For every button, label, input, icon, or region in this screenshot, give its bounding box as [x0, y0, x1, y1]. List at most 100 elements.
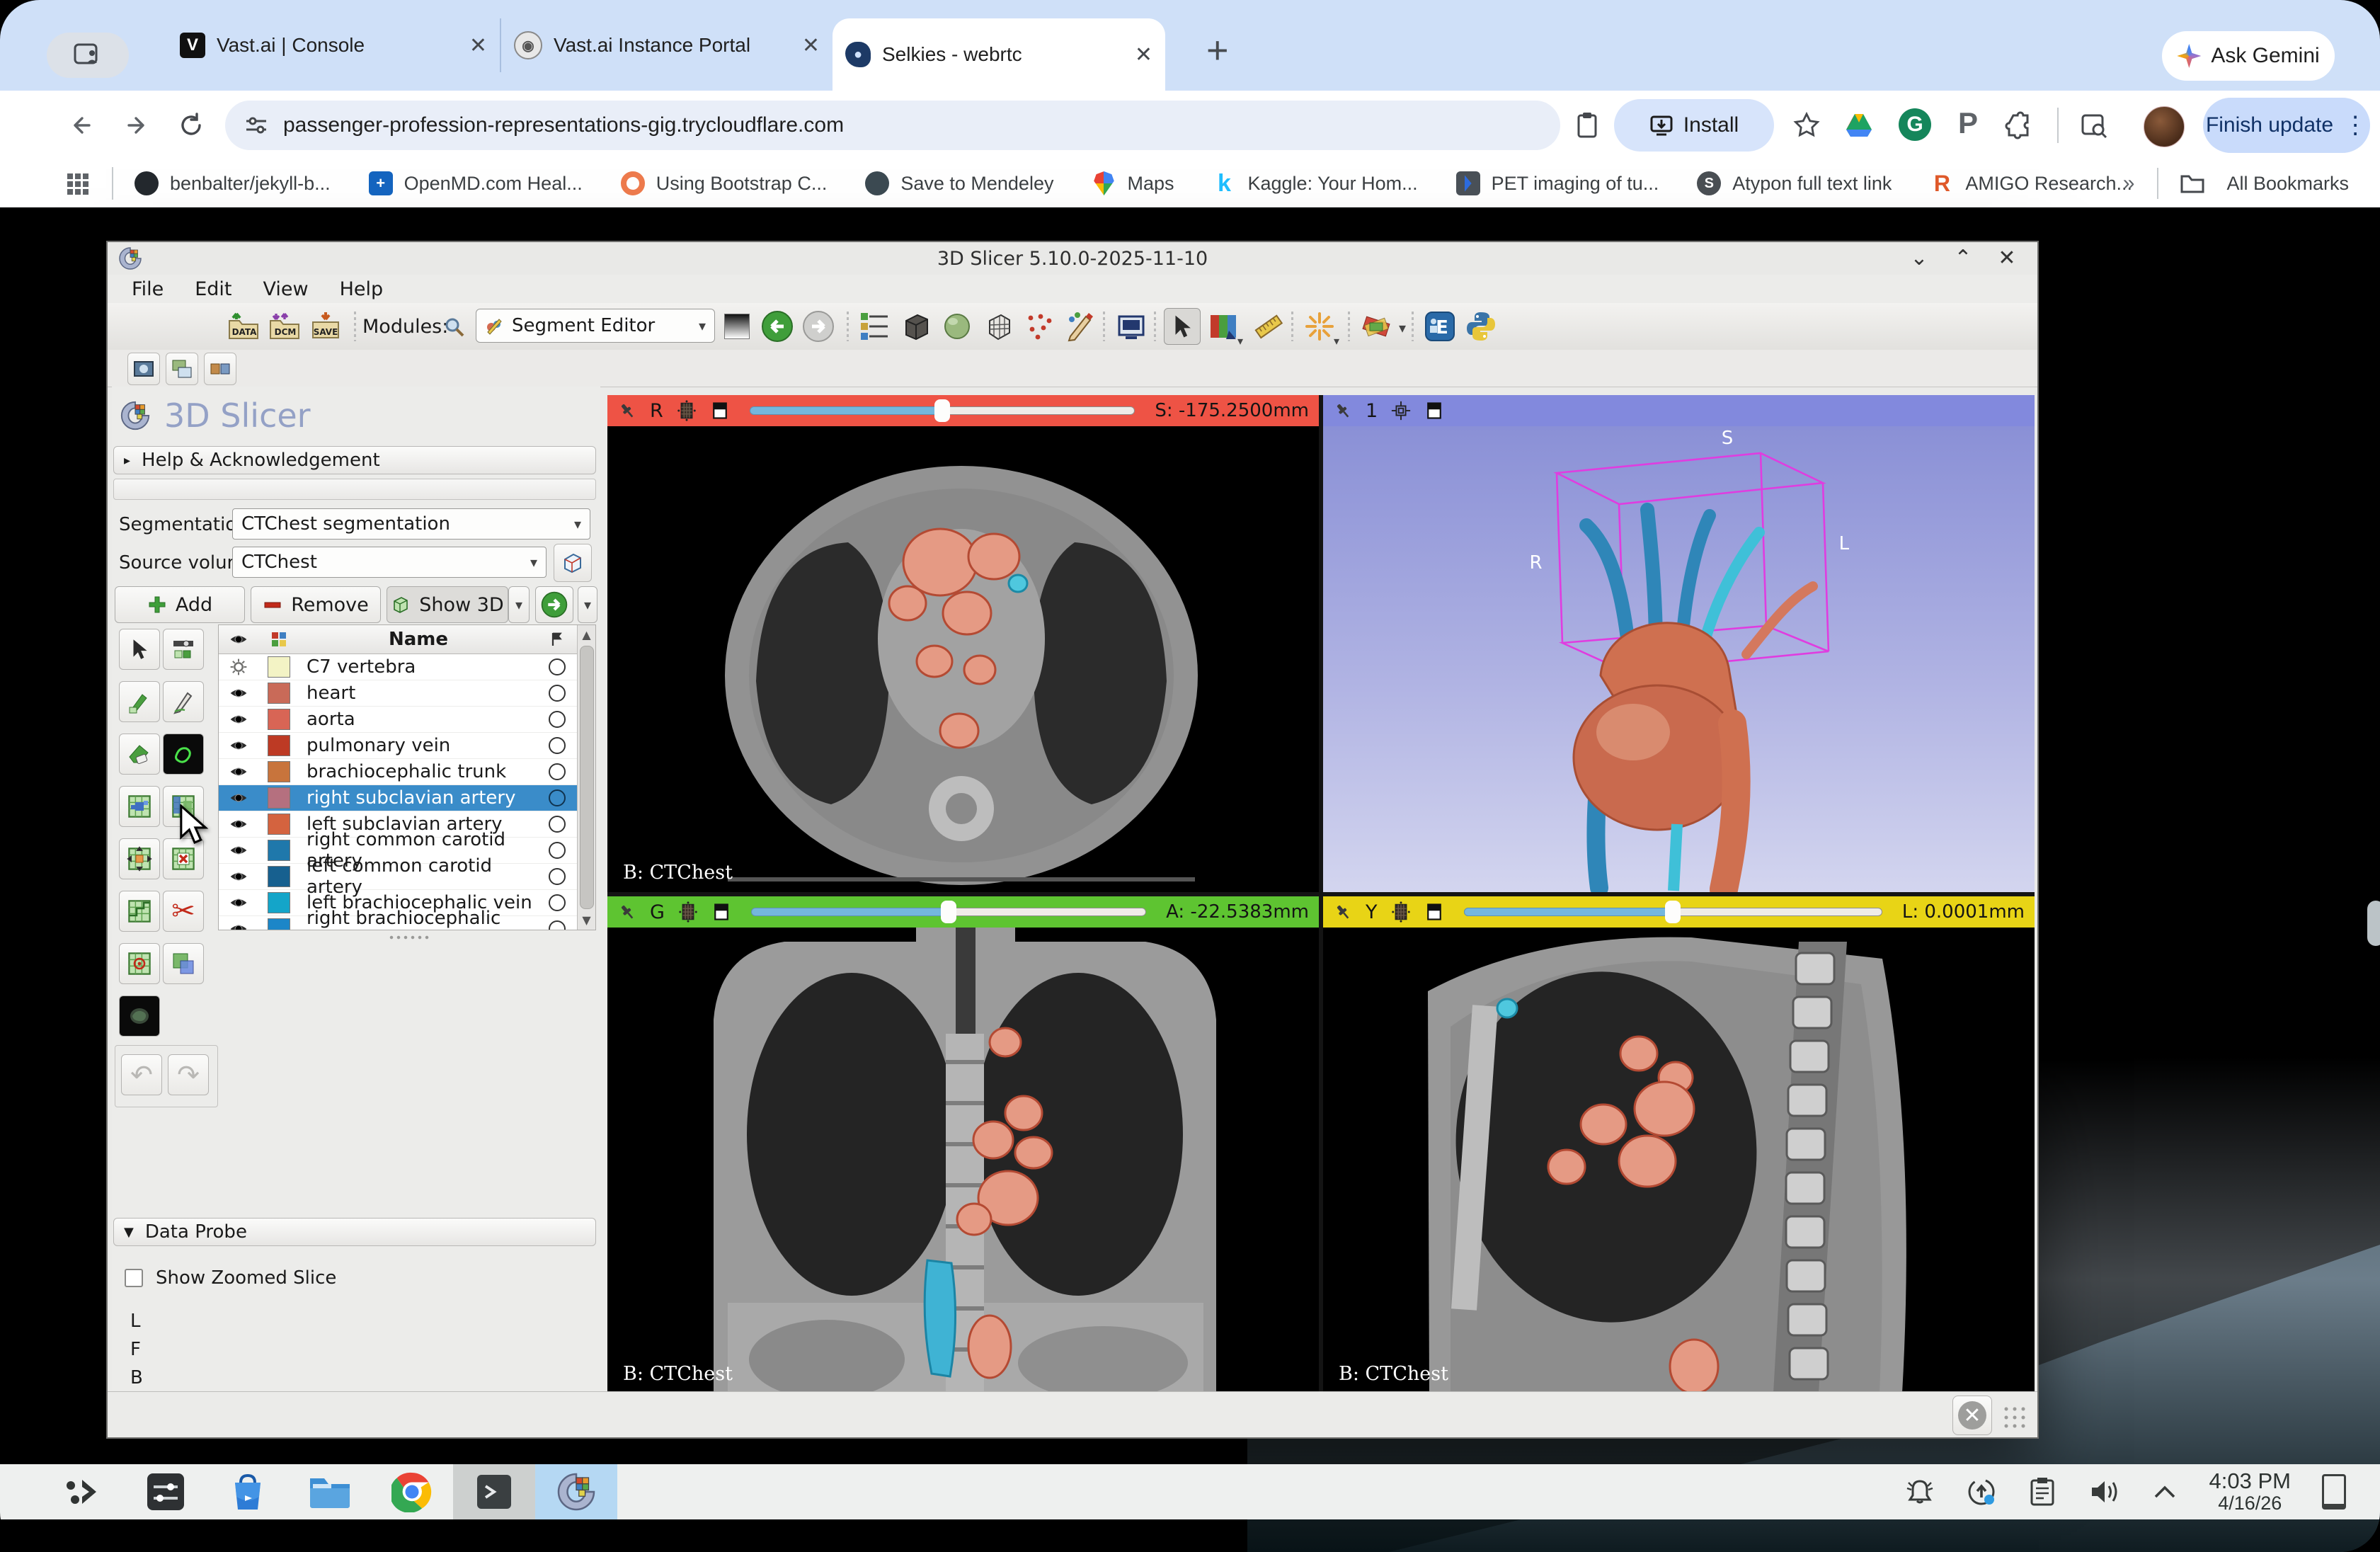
menu-help[interactable]: Help	[340, 278, 384, 300]
effect-draw-button[interactable]	[163, 681, 204, 722]
back-button[interactable]	[68, 111, 96, 139]
bookmark-item[interactable]: benbalter/jekyll-b...	[135, 171, 331, 195]
viewport-menu-icon[interactable]	[710, 401, 730, 421]
data-probe-header[interactable]: ▼ Data Probe	[113, 1218, 596, 1246]
segment-status-circle[interactable]	[549, 816, 566, 833]
help-section-header[interactable]: ▸ Help & Acknowledgement	[113, 446, 596, 474]
segment-status-circle[interactable]	[549, 711, 566, 728]
scroll-thumb[interactable]	[579, 646, 594, 909]
remote-session-side-handle[interactable]	[2367, 901, 2380, 946]
taskbar-files-app[interactable]	[289, 1464, 371, 1519]
pin-icon[interactable]	[617, 401, 637, 421]
error-log-button[interactable]: ✕	[1952, 1396, 1992, 1435]
app-launcher-button[interactable]	[42, 1464, 125, 1519]
forward-button[interactable]	[122, 111, 150, 139]
segment-color-swatch[interactable]	[268, 892, 290, 913]
slicer-titlebar[interactable]: 3D Slicer 5.10.0-2025-11-10 ⌄ ⌃ ✕	[108, 242, 2037, 275]
segment-visibility-toggle[interactable]	[219, 789, 258, 807]
effect-threshold-button[interactable]	[163, 629, 204, 670]
redo-button[interactable]: ↷	[168, 1054, 209, 1095]
measurements-button[interactable]	[1250, 308, 1287, 345]
sagittal-slice-view[interactable]: B: CTChest	[1323, 928, 2035, 1393]
slice-visibility-icon[interactable]	[676, 400, 697, 421]
segment-visibility-toggle[interactable]	[219, 684, 258, 702]
bookmarks-overflow-button[interactable]: »	[2123, 171, 2136, 195]
segment-color-swatch[interactable]	[268, 761, 290, 782]
segment-visibility-toggle[interactable]	[219, 736, 258, 755]
bookmark-item[interactable]: + OpenMD.com Heal...	[368, 171, 583, 195]
segment-status-circle[interactable]	[549, 658, 566, 675]
save-button[interactable]: SAVE	[307, 308, 344, 345]
yellow-slider-handle[interactable]	[1665, 901, 1681, 923]
show-zoomed-slice-checkbox[interactable]	[125, 1269, 143, 1287]
segment-visibility-toggle[interactable]	[219, 867, 258, 886]
segment-visibility-toggle[interactable]	[219, 658, 258, 676]
undo-button[interactable]: ↶	[121, 1054, 162, 1095]
segment-status-circle[interactable]	[549, 920, 566, 930]
crosshair-button[interactable]: ▾	[1301, 308, 1339, 348]
effect-margin-button[interactable]	[119, 838, 160, 879]
reading-mode-icon[interactable]	[2080, 111, 2108, 139]
effect-paint-button[interactable]	[119, 681, 160, 722]
segment-row[interactable]: C7 vertebra	[219, 654, 577, 680]
taskbar-settings-app[interactable]	[125, 1464, 207, 1519]
compare-views-button[interactable]	[204, 353, 236, 385]
menu-file[interactable]: File	[132, 278, 164, 300]
screen-capture-button[interactable]	[1113, 308, 1150, 345]
pin-icon[interactable]	[617, 902, 637, 922]
segment-row[interactable]: right brachiocephalic vein	[219, 908, 577, 930]
scroll-down-arrow[interactable]: ▼	[582, 913, 590, 927]
module-back-button[interactable]	[759, 308, 796, 345]
segment-color-swatch[interactable]	[268, 814, 290, 835]
finish-update-button[interactable]: Finish update ⋮	[2203, 98, 2370, 153]
slice-visibility-icon[interactable]	[1390, 901, 1412, 923]
name-column-header[interactable]: Name	[299, 629, 537, 650]
tab-close-icon[interactable]: ✕	[459, 33, 487, 58]
segment-row[interactable]: right subclavian artery	[219, 785, 577, 811]
specify-geometry-button[interactable]	[554, 544, 592, 582]
ask-gemini-button[interactable]: Ask Gemini	[2162, 31, 2335, 81]
segment-color-swatch[interactable]	[268, 709, 290, 730]
browser-tab[interactable]: ● Selkies - webrtc ✕	[833, 18, 1165, 91]
red-slice-slider[interactable]	[749, 399, 1135, 422]
effect-logical-operators-button[interactable]	[163, 943, 204, 984]
green-slice-slider[interactable]	[750, 901, 1147, 923]
segment-color-swatch[interactable]	[268, 683, 290, 704]
taskbar-chrome-app[interactable]	[371, 1464, 453, 1519]
viewport-menu-icon[interactable]	[1424, 902, 1444, 922]
window-minimize-button[interactable]: ⌄	[1907, 246, 1931, 270]
remove-segment-button[interactable]: Remove	[251, 586, 381, 623]
bookmark-item[interactable]: Using Bootstrap C...	[620, 171, 827, 195]
effect-mask-volume-button[interactable]	[119, 995, 160, 1037]
apply-dropdown[interactable]: ▾	[578, 586, 597, 623]
segment-status-circle[interactable]	[549, 868, 566, 885]
segment-status-circle[interactable]	[549, 737, 566, 754]
segment-color-swatch[interactable]	[268, 787, 290, 809]
segment-color-swatch[interactable]	[268, 866, 290, 887]
module-search-icon[interactable]	[443, 316, 466, 338]
effect-erase-button[interactable]	[119, 734, 160, 775]
segment-status-circle[interactable]	[549, 789, 566, 806]
menu-view[interactable]: View	[263, 278, 308, 300]
drive-extension-icon[interactable]	[1845, 111, 1873, 139]
center-3d-view-icon[interactable]	[1390, 400, 1412, 421]
scene-views-button[interactable]	[166, 353, 198, 385]
bookmark-item[interactable]: Save to Mendeley	[865, 171, 1053, 195]
mouse-interaction-button[interactable]	[1164, 308, 1201, 345]
extensions-manager-button[interactable]: E	[1421, 308, 1458, 345]
apply-button[interactable]	[535, 586, 573, 623]
data-module-button[interactable]	[857, 308, 893, 345]
add-segment-button[interactable]: Add	[115, 586, 245, 623]
segment-row[interactable]: left common carotid artery	[219, 855, 577, 898]
load-data-button[interactable]: DATA	[225, 308, 262, 345]
show-3d-button[interactable]: Show 3D	[387, 586, 508, 623]
viewport-menu-icon[interactable]	[711, 902, 731, 922]
module-forward-button[interactable]	[800, 308, 837, 345]
taskbar-slicer-app[interactable]	[535, 1464, 617, 1519]
tab-close-icon[interactable]: ✕	[1125, 42, 1152, 67]
effect-islands-button[interactable]	[119, 943, 160, 984]
segment-row[interactable]: heart	[219, 680, 577, 707]
segment-row[interactable]: pulmonary vein	[219, 733, 577, 759]
url-bar[interactable]: passenger-profession-representations-gig…	[225, 101, 1560, 150]
segment-color-swatch[interactable]	[268, 840, 290, 861]
